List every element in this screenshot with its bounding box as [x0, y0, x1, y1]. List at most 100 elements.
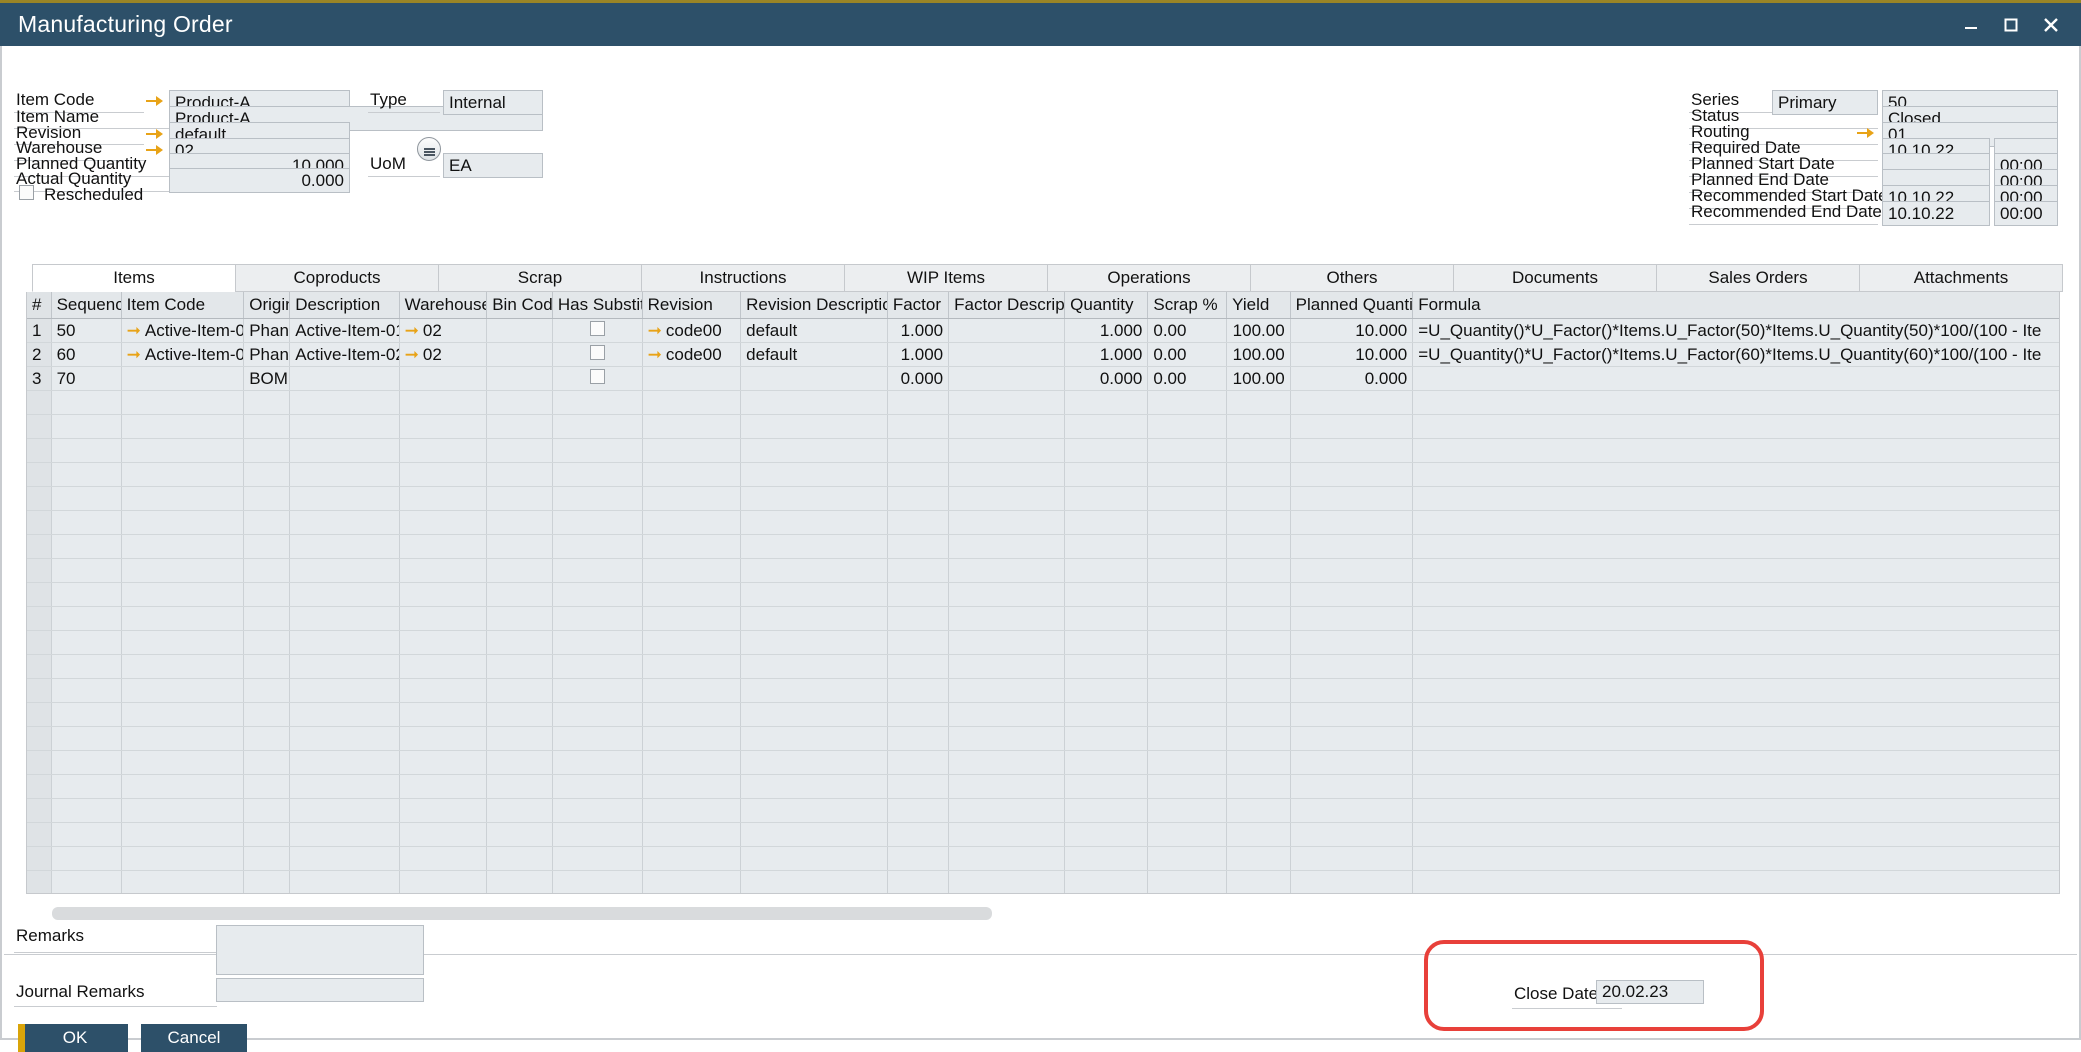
cell-empty[interactable]	[27, 774, 52, 799]
cell-empty[interactable]	[486, 798, 553, 823]
cell-empty[interactable]	[399, 390, 488, 415]
cell-empty[interactable]	[948, 774, 1066, 799]
cell-empty[interactable]	[1226, 390, 1291, 415]
cell-empty[interactable]	[51, 582, 122, 607]
tab-sales-orders[interactable]: Sales Orders	[1656, 264, 1860, 292]
cell-empty[interactable]	[486, 846, 553, 871]
cell-empty[interactable]	[642, 846, 742, 871]
close-date-input[interactable]: 20.02.23	[1596, 980, 1704, 1004]
cell-empty[interactable]	[399, 726, 488, 751]
cell-empty[interactable]	[1290, 414, 1414, 439]
table-row-empty[interactable]	[27, 702, 2059, 727]
cell-empty[interactable]	[121, 870, 245, 893]
cell-empty[interactable]	[27, 390, 52, 415]
item-code-link-arrow-icon[interactable]	[145, 93, 165, 107]
cell-empty[interactable]	[552, 822, 643, 847]
cell-warehouse[interactable]: ➞ 02	[399, 342, 488, 367]
cell-empty[interactable]	[1147, 558, 1228, 583]
table-row-empty[interactable]	[27, 822, 2059, 847]
cell-empty[interactable]	[948, 870, 1066, 893]
cell-origin[interactable]: Phantc	[243, 342, 291, 367]
cell-empty[interactable]	[1226, 582, 1291, 607]
cell-empty[interactable]	[1226, 462, 1291, 487]
cell-empty[interactable]	[552, 390, 643, 415]
cell-empty[interactable]	[1412, 558, 2059, 583]
revision-list-button[interactable]	[417, 137, 441, 161]
cell-empty[interactable]	[1147, 678, 1228, 703]
cell-empty[interactable]	[399, 798, 488, 823]
cell-empty[interactable]	[1226, 678, 1291, 703]
cell-empty[interactable]	[1147, 870, 1228, 893]
recommended-end-date-input[interactable]: 10.10.22	[1882, 201, 1990, 226]
cell-description[interactable]: Active-Item-02	[289, 342, 400, 367]
cell-empty[interactable]	[1226, 774, 1291, 799]
cell-empty[interactable]	[642, 462, 742, 487]
type-input[interactable]: Internal	[443, 90, 543, 115]
cell-empty[interactable]	[1064, 486, 1149, 511]
grid-col-header[interactable]: Bin Code	[486, 292, 553, 319]
grid-col-header[interactable]: Description	[289, 292, 400, 319]
cell-empty[interactable]	[1412, 534, 2059, 559]
cell-empty[interactable]	[399, 654, 488, 679]
cell-empty[interactable]	[1226, 414, 1291, 439]
cell-empty[interactable]	[243, 630, 291, 655]
cell-empty[interactable]	[552, 606, 643, 631]
cell-empty[interactable]	[243, 750, 291, 775]
grid-col-header[interactable]: Has Substitutes	[552, 292, 643, 319]
grid-horizontal-scrollbar[interactable]	[52, 907, 992, 920]
cell-empty[interactable]	[27, 702, 52, 727]
cell-empty[interactable]	[399, 774, 488, 799]
tab-coproducts[interactable]: Coproducts	[235, 264, 439, 292]
cell-empty[interactable]	[289, 774, 400, 799]
cell-empty[interactable]	[887, 654, 950, 679]
ok-button[interactable]: OK	[18, 1024, 128, 1052]
cell-empty[interactable]	[1147, 774, 1228, 799]
cell-empty[interactable]	[1064, 462, 1149, 487]
row-link-arrow-icon[interactable]: ➞	[127, 345, 141, 364]
cell-empty[interactable]	[121, 462, 245, 487]
cell-empty[interactable]	[243, 798, 291, 823]
cell-quantity[interactable]: 1.000	[1064, 318, 1149, 343]
cell-empty[interactable]	[1412, 510, 2059, 535]
cell-scrap-pct[interactable]: 0.00	[1147, 318, 1228, 343]
cell-empty[interactable]	[1290, 462, 1414, 487]
cell-empty[interactable]	[1412, 798, 2059, 823]
cell-empty[interactable]	[887, 486, 950, 511]
cell-empty[interactable]	[243, 510, 291, 535]
cell-factor[interactable]: 0.000	[887, 366, 950, 391]
cell-empty[interactable]	[642, 750, 742, 775]
cell-empty[interactable]	[51, 558, 122, 583]
cell-empty[interactable]	[948, 582, 1066, 607]
cell-empty[interactable]	[948, 606, 1066, 631]
cell-empty[interactable]	[51, 414, 122, 439]
cell-empty[interactable]	[486, 606, 553, 631]
tab-items[interactable]: Items	[32, 264, 236, 292]
table-row-empty[interactable]	[27, 534, 2059, 559]
table-row-empty[interactable]	[27, 558, 2059, 583]
cell-empty[interactable]	[243, 702, 291, 727]
table-row[interactable]: 150➞Active-Item-01PhantcActive-Item-01➞0…	[27, 318, 2059, 343]
cell-empty[interactable]	[552, 486, 643, 511]
cell-empty[interactable]	[1412, 630, 2059, 655]
cell-empty[interactable]	[552, 870, 643, 893]
cell-empty[interactable]	[1290, 822, 1414, 847]
cell-empty[interactable]	[1147, 534, 1228, 559]
cell-empty[interactable]	[887, 846, 950, 871]
cell-formula[interactable]	[1412, 366, 2059, 391]
cell-empty[interactable]	[1147, 750, 1228, 775]
cell-empty[interactable]	[399, 462, 488, 487]
cell-empty[interactable]	[121, 510, 245, 535]
cell-scrap-pct[interactable]: 0.00	[1147, 366, 1228, 391]
cell-empty[interactable]	[552, 438, 643, 463]
cell-empty[interactable]	[51, 822, 122, 847]
cell-empty[interactable]	[552, 846, 643, 871]
cell-empty[interactable]	[1064, 510, 1149, 535]
cell-empty[interactable]	[289, 654, 400, 679]
cell-empty[interactable]	[27, 414, 52, 439]
uom-input[interactable]: EA	[443, 153, 543, 178]
cell-empty[interactable]	[1226, 654, 1291, 679]
cell-empty[interactable]	[486, 750, 553, 775]
cell-empty[interactable]	[399, 750, 488, 775]
cell-empty[interactable]	[121, 390, 245, 415]
cell-empty[interactable]	[51, 390, 122, 415]
